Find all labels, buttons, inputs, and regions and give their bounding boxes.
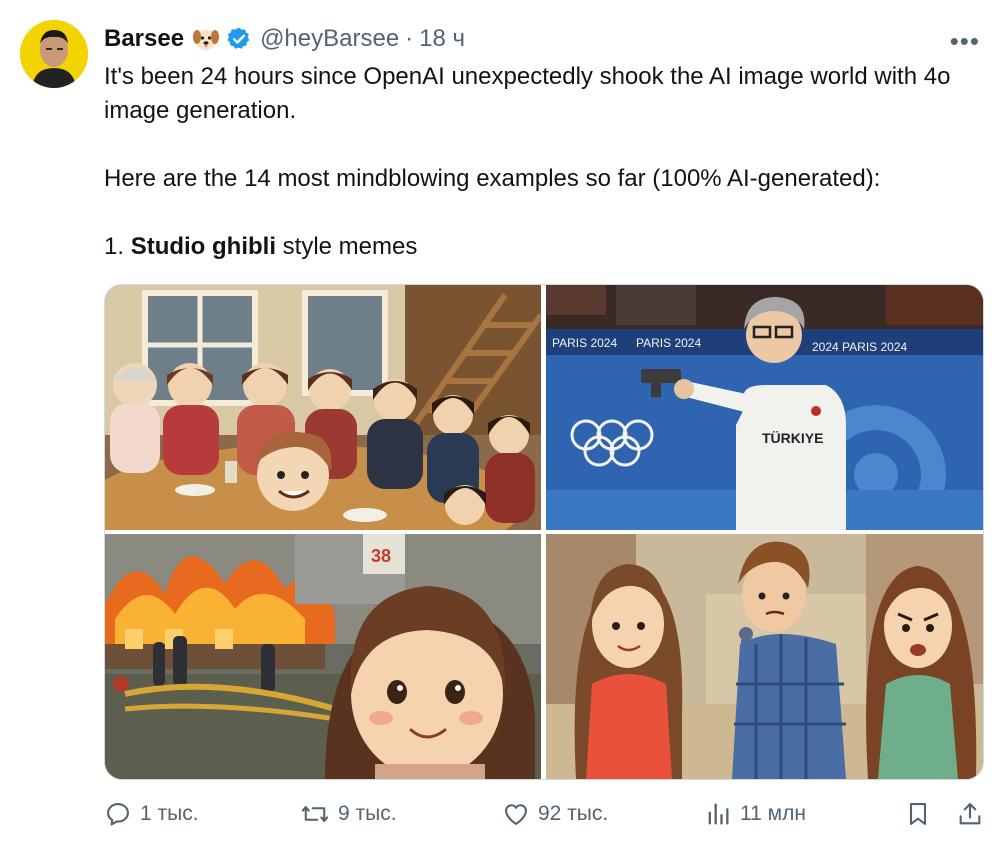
- dog-emoji-icon: [192, 25, 220, 53]
- post-timestamp[interactable]: 18 ч: [419, 25, 465, 53]
- heart-icon: [505, 804, 527, 825]
- views-icon: [708, 803, 729, 825]
- post-text-line-1: It's been 24 hours since OpenAI unexpect…: [104, 63, 951, 124]
- verified-badge-icon: [226, 26, 252, 52]
- bookmark-button[interactable]: [904, 800, 940, 828]
- share-button[interactable]: [956, 800, 992, 828]
- author-avatar[interactable]: [20, 20, 88, 88]
- media-image-olympic-shooter[interactable]: PARIS 2024 PARIS 2024 2024 PARIS 2024 TÜ…: [546, 285, 983, 530]
- bold-phrase: Studio ghibli: [130, 233, 276, 260]
- post-text-line-2: Here are the 14 most mindblowing example…: [104, 165, 881, 192]
- reply-icon: [107, 803, 129, 826]
- reply-count: 1 тыс.: [140, 802, 199, 825]
- list-suffix: style memes: [276, 233, 418, 260]
- retweet-button[interactable]: 9 тыс.: [300, 800, 397, 828]
- fire-truck-sign: 38: [371, 546, 391, 566]
- retweet-icon: [301, 806, 329, 822]
- banner-text-mid: PARIS 2024: [636, 336, 701, 350]
- shirt-text: TÜRKIYE: [762, 430, 823, 446]
- post-text-line-3: 1. Studio ghibli style memes: [104, 230, 984, 264]
- post-text: It's been 24 hours since OpenAI unexpect…: [104, 60, 984, 264]
- media-grid: PARIS 2024 PARIS 2024 2024 PARIS 2024 TÜ…: [104, 284, 984, 780]
- bookmark-icon: [909, 803, 927, 825]
- media-image-family-dinner[interactable]: [105, 285, 541, 530]
- banner-text-left: PARIS 2024: [552, 336, 617, 350]
- list-number: 1.: [104, 233, 131, 260]
- views-count: 11 млн: [740, 802, 806, 825]
- more-horizontal-icon[interactable]: •••: [950, 26, 980, 57]
- reply-button[interactable]: 1 тыс.: [104, 800, 199, 828]
- media-image-distracted-boyfriend[interactable]: [546, 534, 983, 779]
- author-handle[interactable]: @heyBarsee: [260, 25, 399, 53]
- post-header: Barsee @heyBarsee · 18 ч: [104, 22, 465, 56]
- retweet-count: 9 тыс.: [338, 802, 397, 825]
- share-icon: [959, 803, 981, 825]
- header-separator: ·: [405, 25, 414, 52]
- media-image-house-fire[interactable]: 38: [105, 534, 541, 779]
- author-display-name[interactable]: Barsee: [104, 25, 184, 53]
- post-action-bar: 1 тыс. 9 тыс. 92 тыс. 11 млн: [104, 800, 984, 840]
- like-count: 92 тыс.: [538, 802, 609, 825]
- views-button[interactable]: 11 млн: [704, 800, 806, 828]
- banner-text-right: 2024 PARIS 2024: [812, 340, 908, 354]
- like-button[interactable]: 92 тыс.: [502, 800, 608, 828]
